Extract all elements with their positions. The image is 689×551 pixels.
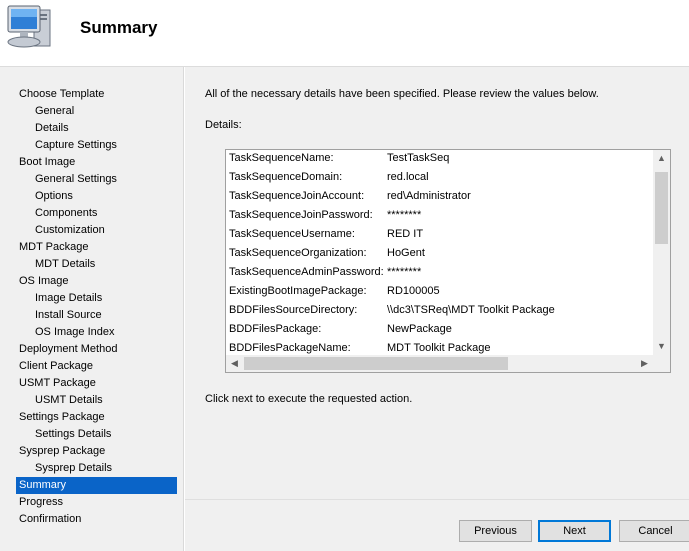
detail-key: TaskSequenceOrganization: (229, 247, 367, 259)
scrollbar-corner (653, 355, 670, 372)
scroll-down-arrow-icon[interactable]: ▼ (653, 338, 670, 355)
nav-item[interactable]: Settings Package (16, 409, 177, 426)
detail-key: TaskSequenceJoinPassword: (229, 209, 373, 221)
nav-item[interactable]: MDT Package (16, 239, 177, 256)
detail-value: ******** (387, 209, 422, 221)
next-button[interactable]: Next (538, 520, 611, 542)
vertical-scroll-thumb[interactable] (655, 172, 668, 244)
nav-item[interactable]: Summary (16, 477, 177, 494)
vertical-scrollbar[interactable]: ▲ ▼ (653, 150, 670, 355)
nav-item[interactable]: Confirmation (16, 511, 177, 528)
previous-button[interactable]: Previous (459, 520, 532, 542)
detail-key: TaskSequenceAdminPassword: (229, 266, 384, 278)
detail-key: ExistingBootImagePackage: (229, 285, 367, 297)
detail-key: TaskSequenceName: (229, 152, 334, 164)
nav-item[interactable]: Choose Template (16, 86, 177, 103)
nav-item[interactable]: MDT Details (32, 256, 177, 273)
nav-item[interactable]: Sysprep Details (32, 460, 177, 477)
page-title: Summary (80, 18, 158, 37)
nav-item[interactable]: Components (32, 205, 177, 222)
nav-item[interactable]: Install Source (32, 307, 177, 324)
detail-value: red\Administrator (387, 190, 471, 202)
nav-item[interactable]: Customization (32, 222, 177, 239)
button-bar: Previous Next Cancel (185, 499, 689, 551)
computer-monitor-icon (4, 4, 56, 54)
nav-item[interactable]: Deployment Method (16, 341, 177, 358)
nav-item[interactable]: Details (32, 120, 177, 137)
nav-item[interactable]: Capture Settings (32, 137, 177, 154)
detail-value: RD100005 (387, 285, 440, 297)
instruction-text: Click next to execute the requested acti… (205, 393, 413, 405)
horizontal-scrollbar[interactable]: ◀ ▶ (226, 355, 653, 372)
wizard-navigation: Choose Template General Details Capture Set… (0, 67, 184, 551)
detail-value: \\dc3\TSReq\MDT Toolkit Package (387, 304, 555, 316)
detail-key: TaskSequenceUsername: (229, 228, 355, 240)
scroll-left-arrow-icon[interactable]: ◀ (226, 355, 243, 372)
detail-value: HoGent (387, 247, 425, 259)
details-listbox[interactable]: TaskSequenceName: TestTaskSeq TaskSequence… (225, 149, 671, 373)
detail-value: ******** (387, 266, 422, 278)
cancel-button[interactable]: Cancel (619, 520, 689, 542)
detail-key: TaskSequenceJoinAccount: (229, 190, 365, 202)
horizontal-scroll-thumb[interactable] (244, 357, 508, 370)
nav-item[interactable]: Sysprep Package (16, 443, 177, 460)
nav-item[interactable]: Image Details (32, 290, 177, 307)
detail-key: BDDFilesPackage: (229, 323, 322, 335)
nav-item[interactable]: OS Image (16, 273, 177, 290)
detail-value: RED IT (387, 228, 424, 240)
detail-key: TaskSequenceDomain: (229, 171, 343, 183)
nav-item[interactable]: Boot Image (16, 154, 177, 171)
nav-item[interactable]: Options (32, 188, 177, 205)
main-panel: All of the necessary details have been s… (185, 67, 689, 499)
nav-item[interactable]: General Settings (32, 171, 177, 188)
intro-text: All of the necessary details have been s… (205, 88, 599, 100)
nav-item[interactable]: Settings Details (32, 426, 177, 443)
details-label: Details: (205, 119, 242, 131)
nav-item[interactable]: Progress (16, 494, 177, 511)
wizard-header: Summary (0, 0, 689, 66)
detail-value: TestTaskSeq (387, 152, 450, 164)
nav-item[interactable]: USMT Package (16, 375, 177, 392)
nav-item[interactable]: General (32, 103, 177, 120)
detail-key: BDDFilesSourceDirectory: (229, 304, 358, 316)
nav-item[interactable]: Client Package (16, 358, 177, 375)
detail-value: red.local (387, 171, 429, 183)
scroll-right-arrow-icon[interactable]: ▶ (636, 355, 653, 372)
nav-item[interactable]: USMT Details (32, 392, 177, 409)
nav-item[interactable]: OS Image Index (32, 324, 177, 341)
scroll-up-arrow-icon[interactable]: ▲ (653, 150, 670, 167)
detail-value: NewPackage (387, 323, 452, 335)
